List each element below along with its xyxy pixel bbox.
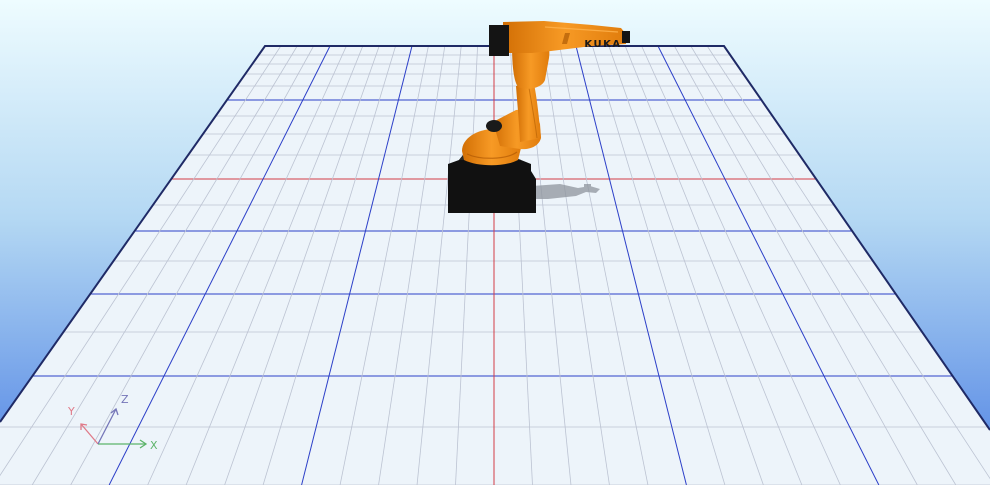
y-axis-label: Y — [67, 405, 75, 418]
robot-counterweight — [489, 25, 509, 56]
kuka-logo: KUKA — [584, 39, 621, 50]
z-axis-label: Z — [121, 393, 129, 406]
robot-flange — [622, 31, 630, 43]
3d-viewport[interactable]: KUKA X Y Z — [0, 0, 990, 485]
x-axis-label: X — [150, 439, 158, 452]
motor-cap-icon — [486, 120, 502, 132]
